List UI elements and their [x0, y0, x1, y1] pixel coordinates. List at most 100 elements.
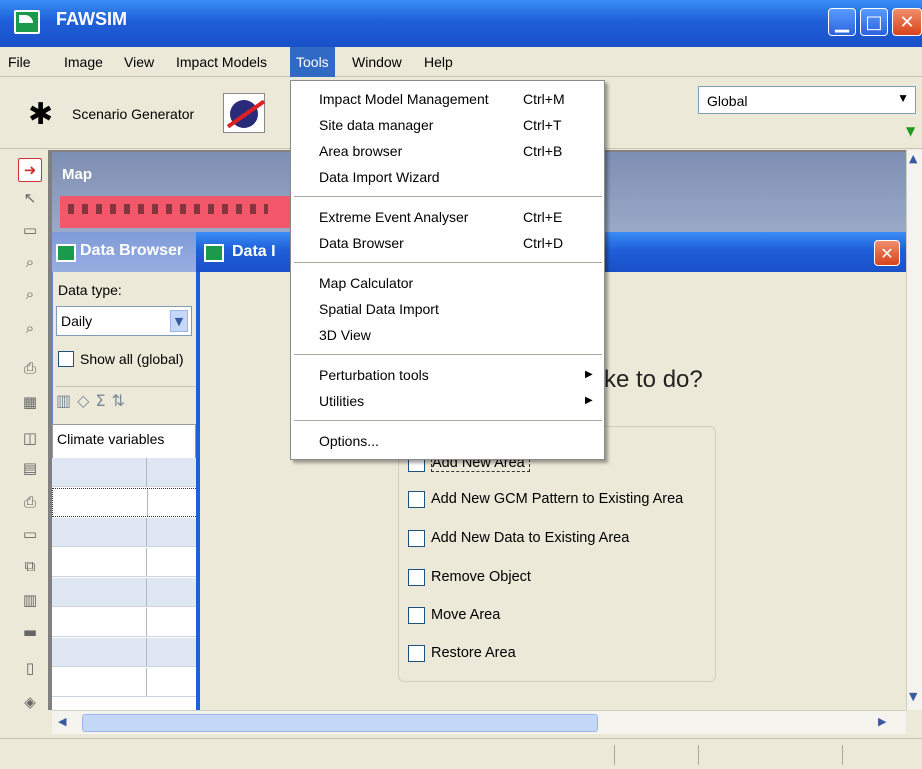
minimize-button[interactable]: ▁	[828, 8, 856, 36]
scroll-thumb[interactable]	[82, 714, 598, 732]
chart-icon[interactable]: ▥	[56, 391, 77, 410]
data-browser-toolbar: ▥◇Σ⇅	[56, 386, 196, 414]
option-remove-object[interactable]: Remove Object	[408, 566, 531, 588]
data-grid[interactable]	[52, 458, 200, 710]
map-window-title: Map	[62, 166, 92, 183]
horizontal-scrollbar[interactable]: ◀ ▶	[52, 710, 906, 734]
shortcut-label: Ctrl+D	[523, 235, 564, 251]
menu-item-spatial-data-import[interactable]: Spatial Data Import	[319, 299, 439, 319]
arrow-right-icon[interactable]: ➜	[18, 158, 42, 182]
option-move-area[interactable]: Move Area	[408, 604, 500, 626]
eraser-icon[interactable]: ◈	[18, 690, 42, 714]
menu-bar: File Image View Impact Models Tools Wind…	[0, 47, 922, 77]
layers-icon[interactable]: ◫	[18, 426, 42, 450]
window-icon	[204, 244, 224, 262]
scroll-right-icon[interactable]: ▶	[878, 715, 886, 728]
menu-view[interactable]: View	[118, 47, 160, 77]
option-label: Move Area	[431, 607, 501, 623]
copy-icon[interactable]: ⧉	[18, 554, 42, 578]
menu-item-area-browser[interactable]: Area browser	[319, 141, 402, 161]
checkbox[interactable]	[408, 490, 425, 508]
submenu-arrow-icon: ▶	[585, 395, 593, 406]
table-row[interactable]	[52, 578, 200, 607]
tab-climate-variables[interactable]: Climate variables	[52, 424, 196, 458]
print-icon[interactable]: ⎙	[18, 356, 42, 380]
wizard-close-button[interactable]: ✕	[874, 240, 900, 266]
chevron-down-icon[interactable]: ▼	[170, 310, 188, 332]
option-label: Add New Data to Existing Area	[431, 530, 630, 546]
menu-item-site-data-manager[interactable]: Site data manager	[319, 115, 433, 135]
region-value: Global	[707, 93, 748, 109]
menu-item-impact-model-management[interactable]: Impact Model Management	[319, 89, 489, 109]
shortcut-label: Ctrl+M	[523, 91, 565, 107]
table-row	[52, 458, 200, 487]
impact-model-icon[interactable]	[223, 93, 265, 133]
left-toolbar: ➜ ↖ ▭ ⌕ ⌕ ⌕ ⎙ ▦ ◫ ▤ ⎙ ▭ ⧉ ▥ ▬ ▯ ◈	[14, 150, 46, 730]
menu-tools[interactable]: Tools	[290, 47, 335, 77]
status-bar	[0, 738, 922, 769]
table-row[interactable]	[52, 638, 200, 667]
option-add-gcm-pattern[interactable]: Add New GCM Pattern to Existing Area	[408, 488, 683, 510]
checkbox[interactable]	[408, 568, 425, 586]
save-icon[interactable]: ▭	[18, 522, 42, 546]
menu-help[interactable]: Help	[418, 47, 459, 77]
grid-icon[interactable]: ▦	[18, 390, 42, 414]
pointer-icon[interactable]: ↖	[18, 186, 42, 210]
table-row[interactable]	[52, 668, 200, 697]
shortcut-label: Ctrl+E	[523, 209, 563, 225]
window-icon[interactable]: ▬	[18, 620, 42, 644]
table-row[interactable]	[52, 518, 200, 547]
sum-icon[interactable]: Σ	[95, 391, 111, 410]
show-all-label: Show all (global)	[80, 351, 184, 367]
table-row[interactable]	[52, 608, 200, 637]
table-row[interactable]	[52, 548, 200, 577]
menu-item-data-browser[interactable]: Data Browser	[319, 233, 404, 253]
menu-item-map-calculator[interactable]: Map Calculator	[319, 273, 413, 293]
menu-impact-models[interactable]: Impact Models	[170, 47, 273, 77]
select-rect-icon[interactable]: ▭	[18, 218, 42, 242]
menu-item-3d-view[interactable]: 3D View	[319, 325, 371, 345]
option-add-new-data[interactable]: Add New Data to Existing Area	[408, 527, 629, 549]
menu-item-extreme-event-analyser[interactable]: Extreme Event Analyser	[319, 207, 468, 227]
checkbox[interactable]	[408, 644, 425, 662]
menu-window[interactable]: Window	[346, 47, 408, 77]
menu-item-perturbation-tools[interactable]: Perturbation tools	[319, 365, 429, 385]
green-arrow-icon[interactable]: ▼	[906, 124, 915, 138]
panel-icon[interactable]: ▥	[18, 588, 42, 612]
region-select[interactable]: Global ▼	[698, 86, 916, 114]
menu-item-data-import-wizard[interactable]: Data Import Wizard	[319, 167, 440, 187]
menu-item-options[interactable]: Options...	[319, 431, 379, 451]
menu-file[interactable]: File	[2, 47, 37, 77]
vertical-scrollbar[interactable]: ▲ ▼	[906, 150, 922, 710]
checkbox[interactable]	[408, 529, 425, 547]
printer-icon[interactable]: ⎙	[18, 490, 42, 514]
scroll-down-icon[interactable]: ▼	[909, 690, 917, 703]
tag-icon[interactable]: ◇	[77, 391, 95, 410]
data-browser-title: Data Browser	[80, 242, 184, 259]
zoom-out-icon[interactable]: ⌕	[18, 282, 42, 306]
page-icon[interactable]: ▯	[18, 656, 42, 680]
map-canvas[interactable]	[60, 196, 290, 228]
pan-icon[interactable]: ⌕	[18, 316, 42, 340]
menu-image[interactable]: Image	[58, 47, 109, 77]
tools-menu: Impact Model Management Ctrl+M Site data…	[290, 80, 605, 460]
submenu-arrow-icon: ▶	[585, 369, 593, 380]
checkbox[interactable]	[408, 606, 425, 624]
scroll-left-icon[interactable]: ◀	[58, 715, 66, 728]
disk-icon[interactable]: ▤	[18, 456, 42, 480]
menu-item-utilities[interactable]: Utilities	[319, 391, 364, 411]
maximize-button[interactable]: □	[860, 8, 888, 36]
asterisk-icon[interactable]: ✱	[28, 100, 53, 130]
window-icon	[56, 244, 76, 262]
close-button[interactable]: ✕	[892, 8, 922, 36]
show-all-checkbox[interactable]	[58, 351, 74, 367]
option-label: Add New GCM Pattern to Existing Area	[431, 491, 684, 507]
app-icon[interactable]	[14, 10, 40, 34]
option-restore-area[interactable]: Restore Area	[408, 642, 516, 664]
table-row[interactable]	[52, 488, 200, 517]
zoom-in-icon[interactable]: ⌕	[18, 250, 42, 274]
scroll-up-icon[interactable]: ▲	[909, 152, 917, 165]
option-label: Remove Object	[431, 569, 531, 585]
scenario-generator-button[interactable]: Scenario Generator	[72, 106, 194, 122]
sort-icon[interactable]: ⇅	[112, 391, 131, 410]
